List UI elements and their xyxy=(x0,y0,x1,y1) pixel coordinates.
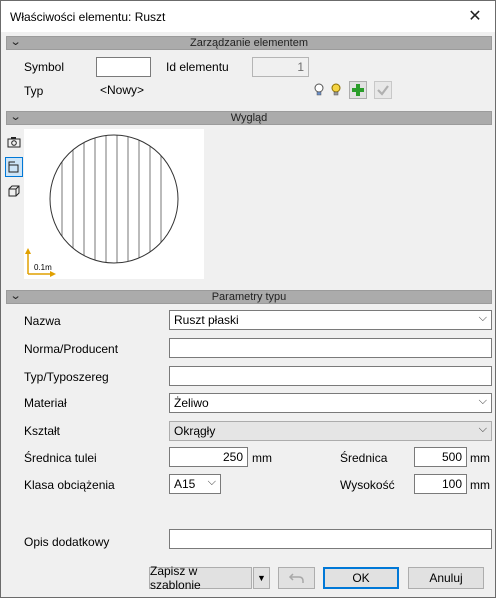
material-select-value: Żeliwo xyxy=(174,396,209,410)
type-field: <Nowy> xyxy=(100,83,145,97)
confirm-check-icon xyxy=(374,81,392,99)
cancel-label: Anuluj xyxy=(429,571,463,585)
diameter-input[interactable]: 500 xyxy=(414,447,467,467)
save-template-dropdown[interactable]: ▼ xyxy=(253,567,270,589)
description-label: Opis dodatkowy xyxy=(24,535,110,549)
shape-select[interactable]: Okrągły ⌵ xyxy=(169,421,492,441)
title-bar: Właściwości elementu: Ruszt ✕ xyxy=(1,1,495,32)
section-appearance-header[interactable]: ⌄ Wygląd xyxy=(6,111,492,125)
section-management-label: Zarządzanie elementem xyxy=(189,37,308,49)
name-select[interactable]: Ruszt płaski ⌵ xyxy=(169,310,492,330)
symbol-label: Symbol xyxy=(24,60,65,74)
chevron-down-icon: ⌵ xyxy=(207,476,216,488)
norm-label: Norma/Producent xyxy=(24,342,119,356)
section-appearance-label: Wygląd xyxy=(230,112,268,124)
section-management-header[interactable]: ⌄ Zarządzanie elementem xyxy=(6,36,492,50)
lightbulb-off-icon[interactable] xyxy=(311,82,327,98)
properties-dialog: Właściwości elementu: Ruszt ✕ ⌄ Zarządza… xyxy=(0,0,496,598)
ok-button[interactable]: OK xyxy=(323,567,399,589)
sleeve-diameter-unit: mm xyxy=(252,451,272,465)
undo-icon xyxy=(288,573,304,583)
series-input[interactable] xyxy=(169,366,492,386)
series-label: Typ/Typoszereg xyxy=(24,370,109,384)
load-class-select[interactable]: A15 ⌵ xyxy=(169,474,221,494)
camera-icon[interactable] xyxy=(6,134,22,150)
name-label: Nazwa xyxy=(24,314,61,328)
name-select-value: Ruszt płaski xyxy=(174,313,239,327)
sleeve-diameter-label: Średnica tulei xyxy=(24,451,97,465)
add-icon[interactable] xyxy=(349,81,367,99)
view-2d-icon[interactable] xyxy=(5,157,23,177)
cancel-button[interactable]: Anuluj xyxy=(408,567,484,589)
load-class-label: Klasa obciążenia xyxy=(24,478,115,492)
shape-label: Kształt xyxy=(24,424,61,438)
lightbulb-on-icon[interactable] xyxy=(328,82,344,98)
id-label: Id elementu xyxy=(166,60,229,74)
diameter-unit: mm xyxy=(470,451,490,465)
save-template-button[interactable]: Zapisz w szablonie xyxy=(149,564,252,592)
material-label: Materiał xyxy=(24,396,67,410)
chevron-down-icon: ⌵ xyxy=(478,423,487,435)
height-label: Wysokość xyxy=(340,478,395,492)
chevron-down-icon: ⌵ xyxy=(478,312,487,324)
symbol-input[interactable] xyxy=(96,57,151,77)
id-field: 1 xyxy=(252,57,309,77)
undo-button xyxy=(278,567,315,589)
grate-drawing xyxy=(25,134,179,277)
scale-label: 0.1m xyxy=(34,263,52,272)
section-type-params-header[interactable]: ⌄ Parametry typu xyxy=(6,290,492,304)
height-unit: mm xyxy=(470,478,490,492)
shape-select-value: Okrągły xyxy=(174,424,216,438)
load-class-select-value: A15 xyxy=(174,477,196,491)
window-title: Właściwości elementu: Ruszt xyxy=(10,10,166,24)
caret-down-icon: ▼ xyxy=(257,573,266,583)
section-type-params-label: Parametry typu xyxy=(211,291,287,303)
norm-input[interactable] xyxy=(169,338,492,358)
type-label: Typ xyxy=(24,84,44,98)
description-input[interactable] xyxy=(169,529,492,549)
height-input[interactable]: 100 xyxy=(414,474,467,494)
preview-canvas: 0.1m xyxy=(24,129,204,279)
ok-label: OK xyxy=(352,571,370,585)
chevron-down-icon: ⌵ xyxy=(478,395,487,407)
save-template-label: Zapisz w szablonie xyxy=(150,564,201,592)
sleeve-diameter-input[interactable]: 250 xyxy=(169,447,248,467)
view-3d-icon[interactable] xyxy=(6,183,22,199)
diameter-label: Średnica xyxy=(340,451,388,465)
close-icon[interactable]: ✕ xyxy=(463,5,487,27)
material-select[interactable]: Żeliwo ⌵ xyxy=(169,393,492,413)
